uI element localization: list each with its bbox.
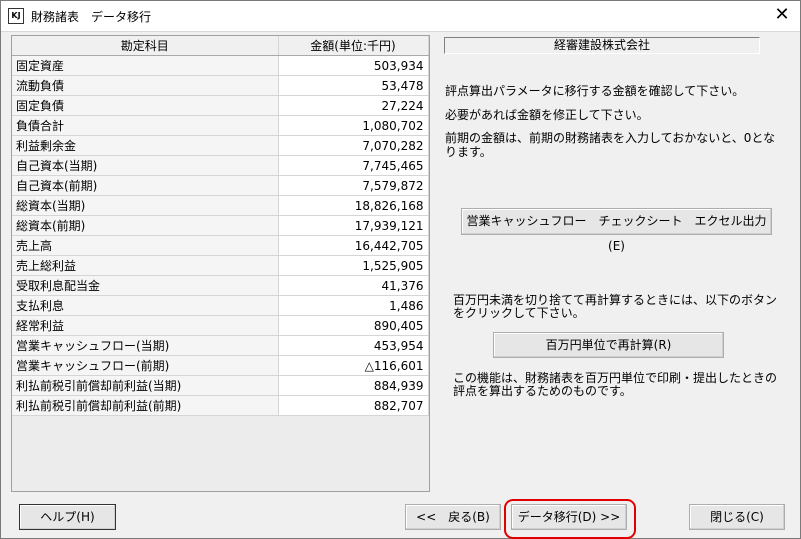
company-name: 経審建設株式会社 <box>444 37 760 54</box>
data-migrate-button[interactable]: データ移行(D) >> <box>511 504 627 530</box>
note-line2: 評点を算出するためのものです。 <box>453 384 632 398</box>
cf-excel-export-button[interactable]: 営業キャッシュフロー チェックシート エクセル出力(E) <box>461 208 772 253</box>
amount-cell[interactable]: 453,954 <box>278 335 429 356</box>
recalc-instruction-line2: をクリックして下さい。 <box>453 306 585 320</box>
amount-cell[interactable]: 27,224 <box>278 95 429 116</box>
account-name: 受取利息配当金 <box>12 275 279 296</box>
amount-cell[interactable]: 1,080,702 <box>278 115 429 136</box>
table-row: 売上総利益 1,525,905 <box>12 255 429 276</box>
table-row: 営業キャッシュフロー(当期) 453,954 <box>12 335 429 356</box>
instruction-previous-line2: ります。 <box>445 145 492 159</box>
account-name: 営業キャッシュフロー(前期) <box>12 355 279 376</box>
amount-cell[interactable]: 1,486 <box>278 295 429 316</box>
dialog-window: KJ 財務諸表 データ移行 ✕ 勘定科目 金額(単位:千円) 固定資産 503,9… <box>0 0 801 539</box>
account-name: 負債合計 <box>12 115 279 136</box>
table-row: 利払前税引前償却前利益(当期) 884,939 <box>12 375 429 396</box>
table-row: 支払利息 1,486 <box>12 295 429 316</box>
table-row: 流動負債 53,478 <box>12 75 429 96</box>
amount-cell[interactable]: 503,934 <box>278 55 429 76</box>
amount-cell[interactable]: 7,579,872 <box>278 175 429 196</box>
table-row: 売上高 16,442,705 <box>12 235 429 256</box>
table-header-row: 勘定科目 金額(単位:千円) <box>12 36 429 56</box>
account-name: 利払前税引前償却前利益(前期) <box>12 395 279 416</box>
table-row: 自己資本(前期) 7,579,872 <box>12 175 429 196</box>
table-row: 固定負債 27,224 <box>12 95 429 116</box>
instruction-previous-line1: 前期の金額は、前期の財務諸表を入力しておかないと、0とな <box>445 131 776 145</box>
close-icon[interactable]: ✕ <box>772 5 792 25</box>
table-row: 利払前税引前償却前利益(前期) 882,707 <box>12 395 429 416</box>
account-name: 経常利益 <box>12 315 279 336</box>
table-row: 自己資本(当期) 7,745,465 <box>12 155 429 176</box>
account-name: 総資本(当期) <box>12 195 279 216</box>
back-button[interactable]: << 戻る(B) <box>405 504 501 530</box>
account-table-panel: 勘定科目 金額(単位:千円) 固定資産 503,934 流動負債 53,478 固定… <box>11 35 430 492</box>
table-row: 総資本(当期) 18,826,168 <box>12 195 429 216</box>
table-row: 受取利息配当金 41,376 <box>12 275 429 296</box>
app-icon: KJ <box>8 8 24 24</box>
account-name: 自己資本(前期) <box>12 175 279 196</box>
account-table: 勘定科目 金額(単位:千円) 固定資産 503,934 流動負債 53,478 固定… <box>12 36 429 416</box>
account-name: 自己資本(当期) <box>12 155 279 176</box>
account-name: 利払前税引前償却前利益(当期) <box>12 375 279 396</box>
account-name: 固定資産 <box>12 55 279 76</box>
table-row: 営業キャッシュフロー(前期) △116,601 <box>12 355 429 376</box>
instruction-modify: 必要があれば金額を修正して下さい。 <box>445 108 649 122</box>
amount-cell[interactable]: 16,442,705 <box>278 235 429 256</box>
table-row: 負債合計 1,080,702 <box>12 115 429 136</box>
amount-cell[interactable]: 53,478 <box>278 75 429 96</box>
instruction-confirm: 評点算出パラメータに移行する金額を確認して下さい。 <box>445 84 745 98</box>
help-button[interactable]: ヘルプ(H) <box>19 504 116 530</box>
table-row: 総資本(前期) 17,939,121 <box>12 215 429 236</box>
title-bar: KJ 財務諸表 データ移行 ✕ <box>1 1 800 32</box>
header-account: 勘定科目 <box>12 36 279 56</box>
account-name: 支払利息 <box>12 295 279 316</box>
amount-cell[interactable]: 41,376 <box>278 275 429 296</box>
amount-cell[interactable]: △116,601 <box>278 355 429 376</box>
amount-cell[interactable]: 1,525,905 <box>278 255 429 276</box>
account-name: 利益剰余金 <box>12 135 279 156</box>
recalc-million-button[interactable]: 百万円単位で再計算(R) <box>493 332 724 358</box>
table-row: 経常利益 890,405 <box>12 315 429 336</box>
account-name: 営業キャッシュフロー(当期) <box>12 335 279 356</box>
account-name: 固定負債 <box>12 95 279 116</box>
account-name: 売上高 <box>12 235 279 256</box>
window-title: 財務諸表 データ移行 <box>31 10 152 24</box>
amount-cell[interactable]: 890,405 <box>278 315 429 336</box>
amount-cell[interactable]: 18,826,168 <box>278 195 429 216</box>
account-name: 流動負債 <box>12 75 279 96</box>
account-name: 売上総利益 <box>12 255 279 276</box>
amount-cell[interactable]: 884,939 <box>278 375 429 396</box>
amount-cell[interactable]: 882,707 <box>278 395 429 416</box>
amount-cell[interactable]: 7,745,465 <box>278 155 429 176</box>
header-amount: 金額(単位:千円) <box>278 36 429 56</box>
table-row: 固定資産 503,934 <box>12 55 429 76</box>
amount-cell[interactable]: 17,939,121 <box>278 215 429 236</box>
close-button[interactable]: 閉じる(C) <box>689 504 785 530</box>
table-row: 利益剰余金 7,070,282 <box>12 135 429 156</box>
amount-cell[interactable]: 7,070,282 <box>278 135 429 156</box>
account-name: 総資本(前期) <box>12 215 279 236</box>
